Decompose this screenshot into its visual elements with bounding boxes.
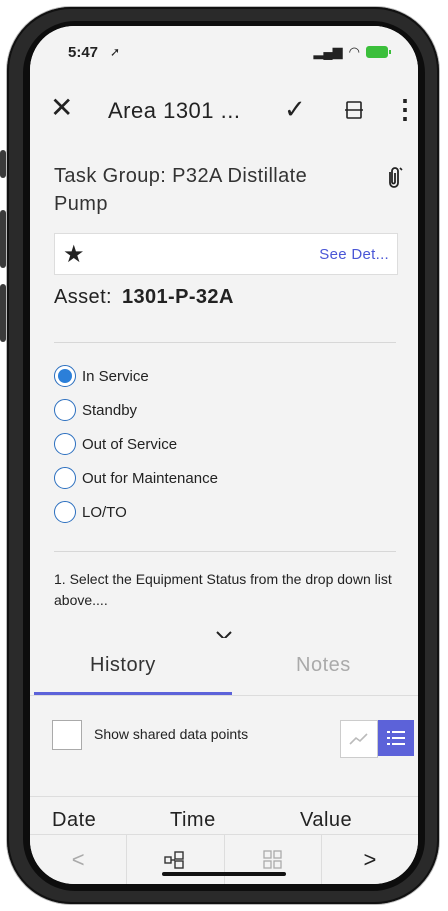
tab-notes[interactable]: Notes	[296, 654, 351, 677]
column-value: Value	[300, 809, 353, 831]
check-icon[interactable]: ✓	[284, 94, 306, 125]
see-details-link[interactable]: See Det...	[319, 246, 389, 263]
bottom-nav: < >	[30, 834, 418, 884]
app-bar: ✕ Area 1301 ... ✓ ⋮	[30, 76, 418, 147]
shared-data-checkbox[interactable]	[52, 720, 82, 750]
previous-button[interactable]: <	[30, 835, 128, 884]
column-date: Date	[52, 809, 97, 831]
tab-history[interactable]: History	[90, 654, 156, 677]
location-arrow-icon: ➚	[110, 45, 121, 59]
asset-label: Asset:	[54, 286, 112, 308]
divider	[54, 551, 396, 552]
task-content: Task Group: P32A Distillate Pump ★ See D…	[30, 146, 418, 706]
equipment-status-group: In Service Standby Out of Service Out fo…	[54, 359, 218, 529]
side-button	[0, 150, 6, 178]
status-label: LO/TO	[82, 503, 127, 521]
status-label: Out for Maintenance	[82, 469, 218, 487]
status-label: In Service	[82, 367, 149, 385]
column-time: Time	[170, 809, 216, 831]
line-chart-icon[interactable]	[340, 720, 378, 758]
more-options-icon[interactable]: ⋮	[392, 94, 418, 125]
asset-value: 1301-P-32A	[121, 286, 234, 308]
wifi-icon: ◠	[348, 44, 360, 59]
status-icons: ▂▄▆ ◠	[313, 44, 391, 60]
radio-standby[interactable]	[54, 399, 76, 421]
status-option-out-of-service[interactable]: Out of Service	[54, 427, 218, 461]
status-option-out-for-maintenance[interactable]: Out for Maintenance	[54, 461, 218, 495]
history-table-header: Date Time Value	[30, 796, 418, 837]
list-view-icon[interactable]	[378, 720, 414, 756]
status-time: 5:47	[68, 44, 99, 61]
status-option-standby[interactable]: Standby	[54, 393, 218, 427]
volume-down-button	[0, 284, 6, 342]
asset-row: Asset: 1301-P-32A	[54, 286, 234, 309]
radio-in-service[interactable]	[54, 365, 76, 387]
volume-up-button	[0, 210, 6, 268]
tab-bar: History Notes	[30, 638, 418, 696]
status-label: Standby	[82, 401, 138, 419]
page-title: Area 1301 ...	[108, 98, 241, 123]
status-option-in-service[interactable]: In Service	[54, 359, 218, 393]
favorite-bar: ★ See Det...	[54, 233, 398, 275]
battery-charging-icon	[366, 46, 391, 58]
radio-loto[interactable]	[54, 501, 76, 523]
screen: 5:47 ➚ ▂▄▆ ◠ ✕ Area 1301 ... ✓ ⋮ Task Gr…	[30, 26, 418, 884]
instruction-text: 1. Select the Equipment Status from the …	[54, 571, 392, 608]
attachment-icon[interactable]	[385, 166, 403, 196]
star-icon[interactable]: ★	[63, 240, 85, 269]
checklist-grid-icon[interactable]	[225, 835, 322, 884]
close-icon[interactable]: ✕	[50, 94, 73, 122]
status-label: Out of Service	[82, 435, 178, 453]
divider	[54, 342, 396, 343]
home-indicator	[162, 872, 286, 876]
next-button[interactable]: >	[322, 835, 418, 884]
shared-data-label: Show shared data points	[94, 726, 249, 742]
radio-out-of-service[interactable]	[54, 433, 76, 455]
radio-out-for-maintenance[interactable]	[54, 467, 76, 489]
hierarchy-icon[interactable]	[127, 835, 225, 884]
split-view-icon[interactable]	[344, 100, 364, 120]
signal-icon: ▂▄▆	[313, 44, 343, 59]
shared-data-row: Show shared data points	[30, 696, 418, 796]
status-option-loto[interactable]: LO/TO	[54, 495, 218, 529]
task-group-title: Task Group: P32A Distillate Pump	[54, 165, 308, 215]
status-bar: 5:47 ➚ ▂▄▆ ◠	[30, 26, 418, 76]
